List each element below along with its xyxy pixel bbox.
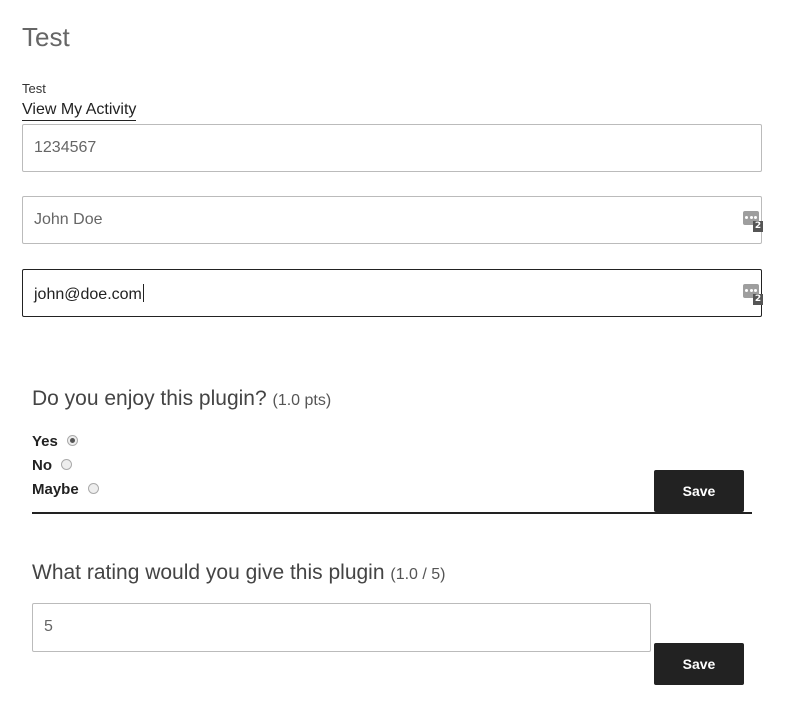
- option-no-label: No: [32, 456, 52, 474]
- view-my-activity-link[interactable]: View My Activity: [22, 101, 137, 121]
- text-caret: [142, 284, 144, 302]
- question-divider: [32, 512, 752, 514]
- question-enjoy-points: (1.0 pts): [272, 392, 332, 409]
- rating-input[interactable]: 5: [32, 603, 651, 652]
- name-field[interactable]: John Doe 2: [22, 196, 765, 244]
- password-manager-count-badge: 2: [753, 221, 763, 232]
- question-rating-text: What rating would you give this plugin: [32, 561, 385, 584]
- email-field[interactable]: john@doe.com 2: [22, 269, 765, 317]
- question-rating: What rating would you give this plugin (…: [32, 561, 446, 585]
- option-no[interactable]: No: [32, 455, 72, 475]
- save-button-question-enjoy[interactable]: Save: [654, 470, 744, 512]
- number-field-value: 1234567: [34, 139, 97, 156]
- save-button-question-rating[interactable]: Save: [654, 643, 744, 685]
- option-maybe-radio[interactable]: [87, 482, 99, 494]
- option-yes[interactable]: Yes: [32, 431, 78, 451]
- password-manager-count-badge: 2: [753, 294, 763, 305]
- password-manager-icon[interactable]: 2: [743, 211, 765, 233]
- number-field[interactable]: 1234567: [22, 124, 762, 172]
- option-maybe-label: Maybe: [32, 480, 79, 498]
- section-label: Test: [22, 81, 46, 96]
- question-enjoy-text: Do you enjoy this plugin?: [32, 387, 267, 410]
- email-field-value: john@doe.com: [34, 284, 144, 303]
- option-yes-label: Yes: [32, 432, 58, 450]
- option-maybe[interactable]: Maybe: [32, 479, 99, 499]
- question-enjoy-plugin: Do you enjoy this plugin? (1.0 pts): [32, 387, 331, 411]
- password-manager-icon[interactable]: 2: [743, 284, 765, 306]
- option-no-radio[interactable]: [61, 458, 72, 470]
- question-rating-score: (1.0 / 5): [390, 566, 446, 583]
- rating-input-value: 5: [44, 618, 53, 635]
- option-yes-radio[interactable]: [66, 434, 78, 446]
- page-title: Test: [22, 22, 70, 52]
- name-field-value: John Doe: [34, 211, 103, 228]
